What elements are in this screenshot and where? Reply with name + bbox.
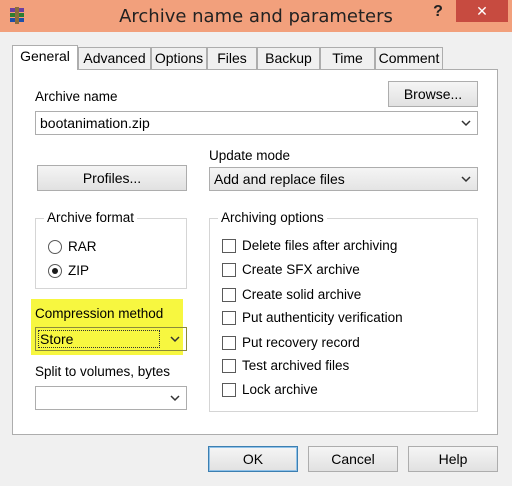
rar-label: RAR [68, 239, 97, 254]
archive-name-value: bootanimation.zip [40, 115, 150, 131]
update-mode-value: Add and replace files [214, 171, 345, 187]
tab-backup[interactable]: Backup [257, 47, 320, 69]
test-files-checkbox[interactable] [222, 359, 236, 373]
tab-files[interactable]: Files [207, 47, 257, 69]
test-files-label: Test archived files [242, 358, 350, 373]
update-mode-select[interactable]: Add and replace files [209, 167, 478, 191]
ok-button[interactable]: OK [208, 446, 298, 472]
archive-format-group: Archive format RAR ZIP [35, 210, 187, 289]
update-mode-label: Update mode [209, 148, 291, 163]
close-button[interactable]: ✕ [456, 0, 508, 22]
create-solid-label: Create solid archive [242, 287, 362, 302]
split-volumes-label: Split to volumes, bytes [35, 364, 171, 379]
archiving-options-title: Archiving options [218, 210, 327, 225]
create-sfx-checkbox[interactable] [222, 263, 236, 277]
archive-name-combo[interactable]: bootanimation.zip [35, 111, 478, 135]
zip-label: ZIP [68, 263, 90, 278]
help-title-button[interactable]: ? [424, 3, 452, 27]
archive-format-title: Archive format [44, 210, 138, 225]
chevron-down-icon [461, 120, 471, 127]
help-button[interactable]: Help [408, 446, 498, 472]
lock-archive-checkbox[interactable] [222, 383, 236, 397]
create-solid-checkbox[interactable] [222, 288, 236, 302]
compression-method-value: Store [40, 331, 74, 347]
radio-selected-dot [52, 268, 58, 274]
create-sfx-label: Create SFX archive [242, 262, 360, 277]
archive-name-label: Archive name [35, 89, 118, 104]
authenticity-label: Put authenticity verification [242, 310, 403, 325]
profiles-button[interactable]: Profiles... [37, 165, 187, 191]
browse-button[interactable]: Browse... [388, 81, 478, 107]
delete-files-checkbox[interactable] [222, 239, 236, 253]
split-volumes-combo[interactable] [35, 386, 187, 410]
chevron-down-icon [461, 176, 471, 183]
recovery-record-checkbox[interactable] [222, 336, 236, 350]
chevron-down-icon [170, 336, 180, 343]
compression-method-label: Compression method [35, 306, 164, 321]
chevron-down-icon [170, 395, 180, 402]
zip-radio[interactable] [48, 264, 62, 278]
tab-advanced[interactable]: Advanced [78, 47, 151, 69]
tab-comment[interactable]: Comment [375, 47, 443, 69]
tab-options[interactable]: Options [151, 47, 207, 69]
rar-radio[interactable] [48, 240, 62, 254]
lock-archive-label: Lock archive [242, 382, 318, 397]
recovery-record-label: Put recovery record [242, 335, 360, 350]
general-panel: Archive name Browse... bootanimation.zip… [12, 69, 498, 435]
archiving-options-group: Archiving options Delete files after arc… [209, 210, 478, 412]
cancel-button[interactable]: Cancel [308, 446, 398, 472]
dialog-body: General Advanced Options Files Backup Ti… [0, 32, 512, 486]
tab-general[interactable]: General [12, 45, 78, 70]
title-bar: Archive name and parameters ? ✕ [0, 0, 512, 32]
delete-files-label: Delete files after archiving [242, 238, 398, 253]
authenticity-checkbox[interactable] [222, 311, 236, 325]
tab-time[interactable]: Time [320, 47, 375, 69]
compression-method-select[interactable]: Store [35, 327, 187, 351]
